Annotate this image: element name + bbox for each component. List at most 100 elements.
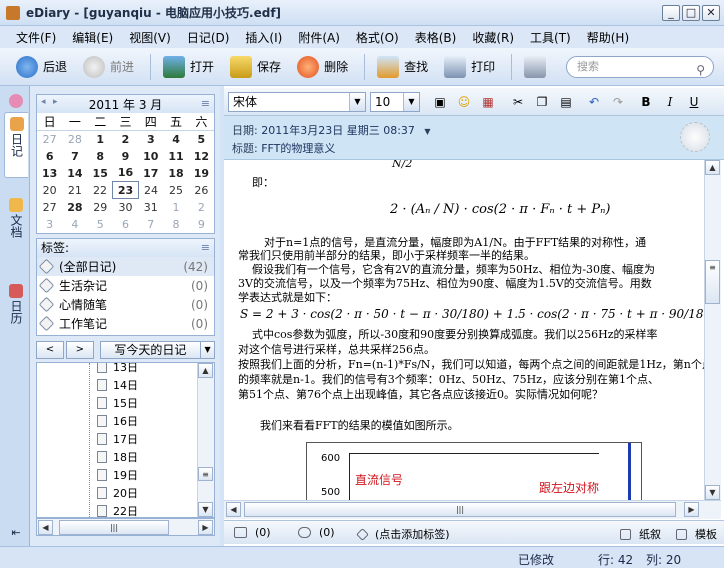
italic-icon[interactable]: I xyxy=(662,94,678,110)
calendar-day[interactable]: 5 xyxy=(88,216,113,233)
calendar-menu-icon[interactable]: ≡ xyxy=(201,97,210,110)
menu-insert[interactable]: 插入(I) xyxy=(237,29,290,46)
template-button[interactable]: 模板 xyxy=(676,526,717,542)
write-today-button[interactable]: 写今天的日记 xyxy=(99,341,202,359)
tree-node[interactable]: 14日 xyxy=(97,376,138,394)
save-button[interactable]: 保存 xyxy=(224,53,287,81)
paste-icon[interactable]: ▤ xyxy=(558,94,574,110)
entry-date-value[interactable]: 2011年3月23日 星期三 08:37 xyxy=(261,124,415,137)
scroll-right-arrow[interactable]: ▶ xyxy=(198,520,213,535)
calendar-day[interactable]: 21 xyxy=(62,182,87,199)
calendar-day[interactable]: 14 xyxy=(62,165,87,182)
calendar-day[interactable]: 3 xyxy=(37,216,62,233)
calendar-day[interactable]: 27 xyxy=(37,131,62,148)
calendar-day[interactable]: 3 xyxy=(138,131,163,148)
calendar-day-today[interactable]: 23 xyxy=(112,181,139,199)
calendar-day[interactable]: 4 xyxy=(163,131,188,148)
open-button[interactable]: 打开 xyxy=(157,53,220,81)
calendar-day[interactable]: 18 xyxy=(163,165,188,182)
bold-icon[interactable]: B xyxy=(638,94,654,110)
calendar-day[interactable]: 24 xyxy=(138,182,163,199)
menu-attachment[interactable]: 附件(A) xyxy=(290,29,348,46)
calendar-day[interactable]: 9 xyxy=(189,216,214,233)
collapse-panel-button[interactable]: ⇤ xyxy=(4,524,28,540)
tab-documents[interactable]: 文档 xyxy=(4,194,28,260)
tree-node[interactable]: 19日 xyxy=(97,466,138,484)
calendar-day[interactable]: 2 xyxy=(113,131,138,148)
document-body[interactable]: N/2 即： 2 · (Aₙ / N) · cos(2 · π · Fₙ · t… xyxy=(224,160,704,500)
calendar-day[interactable]: 9 xyxy=(113,148,138,165)
calendar-day[interactable]: 13 xyxy=(37,165,62,182)
scroll-thumb[interactable]: ≡ xyxy=(705,260,720,304)
tag-item-all[interactable]: (全部日记) (42) xyxy=(37,257,214,276)
menu-favorites[interactable]: 收藏(R) xyxy=(464,29,522,46)
document-vertical-scrollbar[interactable]: ▲ ≡ ▼ xyxy=(704,160,721,500)
scroll-thumb[interactable]: ≡ xyxy=(198,467,213,481)
print-button[interactable]: 打印 xyxy=(438,53,501,81)
calendar-day[interactable]: 4 xyxy=(62,216,87,233)
paper-button[interactable]: 纸叙 xyxy=(620,526,661,542)
calendar-day[interactable]: 22 xyxy=(88,182,113,199)
write-today-dropdown[interactable]: ▼ xyxy=(201,341,215,359)
calendar-day[interactable]: 2 xyxy=(189,199,214,216)
tag-item-life[interactable]: 生活杂记 (0) xyxy=(37,276,214,295)
next-entry-button[interactable]: > xyxy=(65,341,94,359)
weather-sun-icon[interactable] xyxy=(680,122,710,152)
menu-format[interactable]: 格式(O) xyxy=(348,29,407,46)
calendar-day[interactable]: 10 xyxy=(138,148,163,165)
search-input[interactable]: 搜索 ⚲ xyxy=(566,56,714,78)
calendar-day[interactable]: 30 xyxy=(113,199,138,216)
calendar-day[interactable]: 16 xyxy=(113,165,138,182)
tree-node[interactable]: 16日 xyxy=(97,412,138,430)
prev-entry-button[interactable]: < xyxy=(36,341,64,359)
scroll-right-arrow[interactable]: ▶ xyxy=(684,502,699,517)
scroll-thumb[interactable]: ||| xyxy=(244,502,676,517)
font-family-select[interactable]: 宋体 ▼ xyxy=(228,92,366,112)
close-button[interactable]: ✕ xyxy=(702,5,720,21)
tab-flower[interactable] xyxy=(4,90,28,108)
tree-node[interactable]: 17日 xyxy=(97,430,138,448)
calendar-day[interactable]: 15 xyxy=(88,165,113,182)
tag-item-mood[interactable]: 心情随笔 (0) xyxy=(37,295,214,314)
calendar-day[interactable]: 6 xyxy=(37,148,62,165)
copy-icon[interactable]: ❐ xyxy=(534,94,550,110)
calendar-day[interactable]: 17 xyxy=(138,165,163,182)
calendar-day[interactable]: 1 xyxy=(88,131,113,148)
font-size-select[interactable]: 10 ▼ xyxy=(370,92,420,112)
tab-diary[interactable]: 日记 xyxy=(4,112,28,178)
insert-emoticon-icon[interactable]: ☺ xyxy=(456,94,472,110)
menu-help[interactable]: 帮助(H) xyxy=(579,29,637,46)
attachments-button[interactable]: (0) xyxy=(234,526,271,539)
scroll-up-arrow[interactable]: ▲ xyxy=(705,160,720,175)
menu-view[interactable]: 视图(V) xyxy=(121,29,179,46)
calendar-day[interactable]: 25 xyxy=(163,182,188,199)
underline-icon[interactable]: U xyxy=(686,94,702,110)
tags-menu-icon[interactable]: ≡ xyxy=(201,239,210,257)
tree-node[interactable]: 18日 xyxy=(97,448,138,466)
calendar-day[interactable]: 8 xyxy=(88,148,113,165)
undo-icon[interactable]: ↶ xyxy=(586,94,602,110)
tag-item-work[interactable]: 工作笔记 (0) xyxy=(37,314,214,333)
calendar-day[interactable]: 26 xyxy=(189,182,214,199)
menu-edit[interactable]: 编辑(E) xyxy=(64,29,121,46)
settings-button[interactable] xyxy=(518,53,557,81)
scroll-left-arrow[interactable]: ◀ xyxy=(38,520,53,535)
calendar-day[interactable]: 28 xyxy=(62,131,87,148)
prev-month-button[interactable]: ◂ xyxy=(41,97,46,107)
tree-vertical-scrollbar[interactable]: ▲ ≡ ▼ xyxy=(197,363,214,517)
calendar-day[interactable]: 8 xyxy=(163,216,188,233)
calendar-day[interactable]: 29 xyxy=(88,199,113,216)
minimize-button[interactable]: _ xyxy=(662,5,680,21)
calendar-day[interactable]: 28 xyxy=(62,199,87,216)
calendar-day[interactable]: 12 xyxy=(189,148,214,165)
scroll-down-arrow[interactable]: ▼ xyxy=(705,485,720,500)
calendar-day[interactable]: 7 xyxy=(138,216,163,233)
calendar-day[interactable]: 1 xyxy=(163,199,188,216)
scroll-thumb[interactable]: ||| xyxy=(59,520,169,535)
menu-tools[interactable]: 工具(T) xyxy=(522,29,579,46)
redo-icon[interactable]: ↷ xyxy=(610,94,626,110)
comments-button[interactable]: (0) xyxy=(298,526,335,539)
date-dropdown-icon[interactable]: ▼ xyxy=(424,127,430,136)
calendar-day[interactable]: 19 xyxy=(189,165,214,182)
tree-node[interactable]: 20日 xyxy=(97,484,138,502)
